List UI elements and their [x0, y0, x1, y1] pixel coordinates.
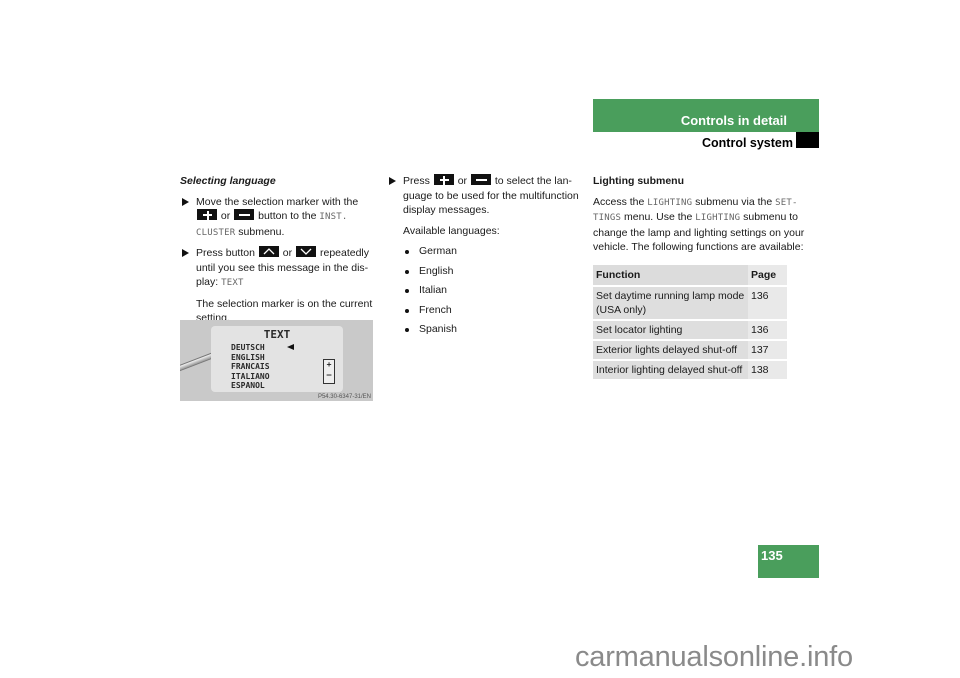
column-lighting-submenu: Lighting submenu Access the LIGHTING sub… [593, 174, 821, 381]
step-select-language: Press or to select the lan-guage to be u… [387, 174, 582, 218]
plus-button-icon [197, 209, 217, 220]
body-text: submenu via the [695, 195, 773, 208]
display-term: LIGHTING [695, 213, 741, 223]
lcd-screen: TEXT DEUTSCH ENGLISH FRANCAIS ITALIANO E… [211, 326, 343, 392]
step-arrow-icon [182, 249, 189, 257]
step-text: button to the [258, 210, 317, 222]
down-button-icon [296, 246, 317, 257]
column-header-function: Function [593, 264, 748, 285]
body-text: Access the [593, 195, 645, 208]
lcd-language-item: ESPANOL [231, 381, 265, 390]
lcd-language-item: FRANCAIS [231, 362, 270, 371]
display-term: TEXT [221, 278, 244, 288]
page-cell: 138 [748, 360, 787, 379]
table-row: Interior lighting delayed shut-off 138 [593, 360, 787, 379]
up-button-icon [258, 246, 279, 257]
table-row: Set daytime running lamp mode (USA only)… [593, 286, 787, 319]
display-term: LIGHTING [647, 197, 693, 208]
lighting-description: Access the LIGHTING submenu via the SET-… [593, 195, 821, 255]
column-language-selection: Press or to select the lan-guage to be u… [387, 174, 582, 342]
subsection-title: Control system [702, 136, 793, 150]
column-header-page: Page [748, 264, 787, 285]
step-text: Move the selection marker with the [196, 195, 359, 208]
function-cell: Exterior lights delayed shut-off [593, 340, 748, 359]
list-item: French [403, 303, 582, 318]
lcd-language-list: DEUTSCH ENGLISH FRANCAIS ITALIANO ESPANO… [231, 343, 270, 391]
table-row: Exterior lights delayed shut-off 137 [593, 340, 787, 359]
display-term: INST. [319, 212, 348, 222]
available-languages-label: Available languages: [403, 224, 500, 237]
header-tab-marker [796, 132, 819, 148]
step-arrow-icon [389, 177, 396, 185]
heading-lighting-submenu: Lighting submenu [593, 175, 684, 187]
plus-minus-indicator: + – [323, 359, 335, 384]
step-move-marker: Move the selection marker with the or bu… [180, 195, 375, 241]
function-cell: Interior lighting delayed shut-off [593, 360, 748, 379]
plus-icon: + [326, 360, 332, 369]
list-item: English [403, 264, 582, 279]
image-reference-code: P54.30-6347-31/EN [317, 394, 371, 400]
step-arrow-icon [182, 197, 189, 206]
lcd-language-item: DEUTSCH [231, 343, 265, 352]
page-number: 135 [761, 548, 783, 563]
step-text: Press [403, 175, 430, 187]
function-cell: Set locator lighting [593, 320, 748, 339]
watermark: carmanualsonline.info [575, 641, 853, 673]
heading-selecting-language: Selecting language [180, 175, 276, 187]
body-text: menu. Use the [624, 211, 693, 223]
lcd-title: TEXT [263, 328, 291, 341]
minus-icon: – [326, 370, 332, 379]
selection-marker-icon [287, 344, 294, 350]
language-list: German English Italian French Spanish [387, 244, 582, 337]
step-press-button: Press button or repeatedly until you see… [180, 246, 375, 291]
section-title: Controls in detail [680, 113, 787, 128]
column-selecting-language: Selecting language Move the selection ma… [180, 174, 375, 332]
section-header-bar: Controls in detail [593, 99, 819, 132]
list-item: Spanish [403, 322, 582, 337]
step-text: or [220, 210, 231, 222]
plus-button-icon [433, 174, 454, 185]
manual-page: Controls in detail Control system Select… [0, 0, 960, 678]
lcd-language-item: ITALIANO [231, 371, 270, 381]
list-item: Italian [403, 283, 582, 298]
lighting-functions-table: Function Page Set daytime running lamp m… [593, 263, 787, 381]
minus-button-icon [234, 209, 255, 220]
display-term: CLUSTER [196, 227, 236, 238]
minus-button-icon [470, 174, 491, 185]
page-cell: 136 [748, 320, 787, 339]
table-header-row: Function Page [593, 264, 787, 285]
step-text: Press button [196, 247, 255, 259]
list-item: German [403, 244, 582, 259]
multifunction-display-illustration: TEXT DEUTSCH ENGLISH FRANCAIS ITALIANO E… [180, 320, 373, 401]
step-text: or [457, 175, 468, 187]
step-text: or [282, 247, 293, 259]
table-row: Set locator lighting 136 [593, 320, 787, 339]
page-cell: 137 [748, 340, 787, 359]
lcd-language-item: ENGLISH [231, 352, 265, 362]
page-number-tab: 135 [758, 545, 819, 578]
page-cell: 136 [748, 286, 787, 319]
step-text: submenu. [238, 225, 285, 238]
function-cell: Set daytime running lamp mode (USA only) [593, 286, 748, 319]
